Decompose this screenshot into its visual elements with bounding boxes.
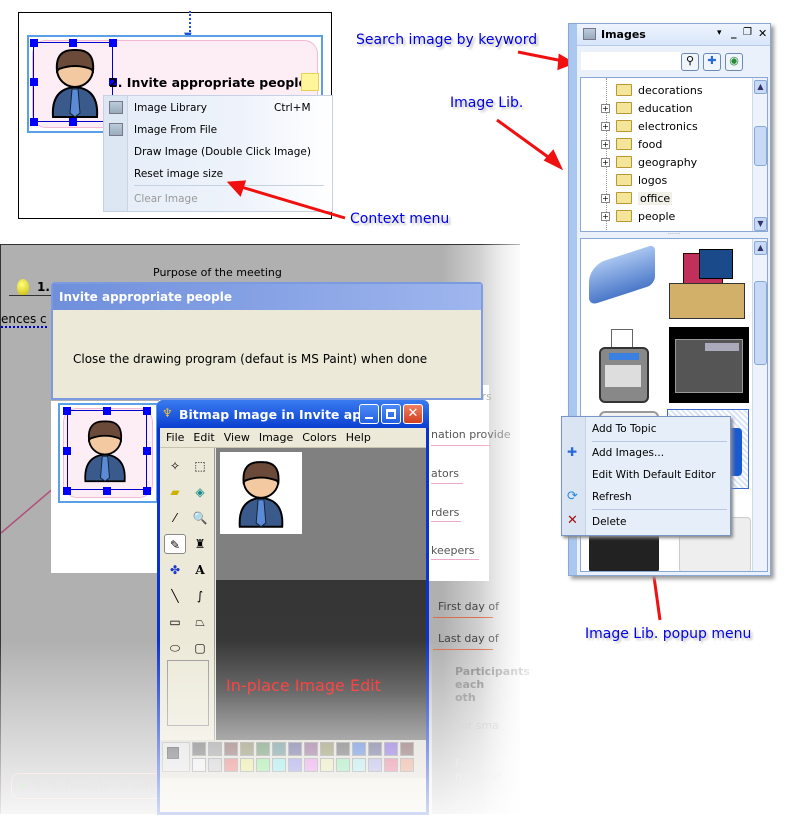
expand-icon[interactable]: + bbox=[601, 139, 610, 149]
panel-titlebar: Images ▾ _ ❐ ✕ bbox=[577, 24, 770, 46]
dialog-message: Close the drawing program (defaut is MS … bbox=[73, 352, 428, 366]
menu-file[interactable]: File bbox=[166, 431, 184, 444]
eraser-tool-icon[interactable]: ▰ bbox=[164, 482, 186, 502]
popup-item-delete[interactable]: Delete bbox=[592, 516, 627, 528]
folder-icon bbox=[616, 192, 632, 204]
curve-tool-icon[interactable]: ∫ bbox=[189, 586, 211, 606]
folder-icon bbox=[616, 156, 632, 168]
add-image-button[interactable]: ✚ bbox=[703, 53, 721, 71]
pencil-tool-icon[interactable]: ✎ bbox=[164, 534, 186, 554]
popup-item-refresh[interactable]: Refresh bbox=[592, 491, 632, 503]
topic-node-image[interactable] bbox=[58, 403, 158, 503]
rectangle-tool-icon[interactable]: ▭ bbox=[164, 612, 186, 632]
image-search-input[interactable] bbox=[581, 52, 681, 70]
search-binoculars-button[interactable]: ⚲ bbox=[681, 53, 699, 71]
brush-tool-icon[interactable]: ♜ bbox=[189, 534, 211, 554]
close-button[interactable]: ✕ bbox=[403, 404, 423, 424]
folder-icon bbox=[616, 210, 632, 222]
polygon-tool-icon[interactable]: ⏢ bbox=[189, 612, 211, 632]
images-panel-icon bbox=[583, 28, 596, 40]
paint-app-icon: ♆ bbox=[162, 406, 173, 420]
expand-icon[interactable]: + bbox=[601, 211, 610, 221]
paint-menubar: File Edit View Image Colors Help bbox=[160, 428, 426, 448]
mindmap-item: rders bbox=[431, 506, 460, 519]
menu-help[interactable]: Help bbox=[346, 431, 371, 444]
tree-item-education[interactable]: + education bbox=[601, 99, 693, 117]
popup-item-add-images[interactable]: Add Images... bbox=[592, 447, 664, 459]
thumbnail-stapler[interactable] bbox=[589, 244, 655, 306]
add-images-icon: ✚ bbox=[567, 445, 578, 459]
lightbulb-icon bbox=[17, 279, 29, 295]
delete-icon: ✕ bbox=[567, 513, 578, 528]
person-icon bbox=[84, 420, 126, 483]
expand-icon[interactable]: + bbox=[601, 103, 610, 113]
free-select-tool-icon[interactable]: ✧ bbox=[164, 456, 186, 476]
tree-item-logos[interactable]: logos bbox=[601, 171, 667, 189]
mindmap-item: keepers bbox=[431, 544, 475, 557]
thumbnail-scrollbar[interactable]: ▲ bbox=[752, 239, 767, 571]
paint-canvas[interactable] bbox=[220, 452, 302, 534]
thumbnail-cash-register[interactable] bbox=[599, 329, 649, 405]
expand-icon[interactable]: + bbox=[601, 193, 610, 203]
refresh-icon: ⟳ bbox=[567, 489, 578, 504]
line-tool-icon[interactable]: ╲ bbox=[164, 586, 186, 606]
dropdown-icon[interactable]: ▾ bbox=[717, 28, 722, 38]
fill-tool-icon[interactable]: ◈ bbox=[189, 482, 211, 502]
maximize-button[interactable] bbox=[381, 404, 401, 424]
paint-title: Bitmap Image in Invite ap... bbox=[179, 407, 376, 422]
thumbnail-box-of-binders[interactable] bbox=[669, 249, 745, 319]
menu-image[interactable]: Image bbox=[259, 431, 293, 444]
dialog-title: Invite appropriate people bbox=[53, 284, 481, 310]
tree-scrollbar[interactable]: ▲ ▼ bbox=[752, 78, 767, 231]
folder-icon bbox=[616, 84, 632, 96]
restore-icon[interactable]: ❐ bbox=[743, 27, 752, 38]
folder-icon bbox=[616, 120, 632, 132]
color-picker-tool-icon[interactable]: ⁄ bbox=[164, 508, 186, 528]
scroll-up-icon[interactable]: ▲ bbox=[754, 80, 767, 94]
tree-item-office[interactable]: + office bbox=[601, 189, 673, 207]
scroll-down-icon[interactable]: ▼ bbox=[754, 217, 767, 231]
expand-icon[interactable]: + bbox=[601, 157, 610, 167]
rect-select-tool-icon[interactable]: ⬚ bbox=[189, 456, 211, 476]
right-fade bbox=[480, 244, 540, 824]
popup-item-add-to-topic[interactable]: Add To Topic bbox=[592, 423, 656, 435]
online-images-button[interactable]: ◉ bbox=[725, 53, 743, 71]
mindmap-node-1[interactable]: 1. bbox=[37, 280, 50, 294]
folder-icon bbox=[616, 138, 632, 150]
expand-icon[interactable]: + bbox=[601, 121, 610, 131]
mindmap-purpose: Purpose of the meeting bbox=[153, 266, 282, 279]
panel-title: Images bbox=[601, 28, 646, 41]
airbrush-tool-icon[interactable]: ✤ bbox=[164, 560, 186, 580]
person-icon bbox=[238, 461, 284, 528]
category-tree: decorations + education + electronics + foo… bbox=[580, 77, 768, 232]
minimize-icon[interactable]: _ bbox=[731, 26, 737, 39]
tree-item-electronics[interactable]: + electronics bbox=[601, 117, 698, 135]
folder-icon bbox=[616, 102, 632, 114]
tree-item-decorations[interactable]: decorations bbox=[601, 81, 703, 99]
menu-edit[interactable]: Edit bbox=[193, 431, 214, 444]
text-tool-icon[interactable]: A bbox=[189, 560, 211, 580]
image-lib-popup-menu: Add To Topic ✚ Add Images... Edit With D… bbox=[561, 416, 731, 536]
scroll-up-icon[interactable]: ▲ bbox=[754, 241, 767, 255]
magnifier-tool-icon[interactable]: 🔍 bbox=[189, 508, 211, 528]
menu-view[interactable]: View bbox=[224, 431, 250, 444]
minimize-button[interactable] bbox=[359, 404, 379, 424]
mindmap-item: ators bbox=[431, 467, 460, 480]
folder-icon bbox=[616, 174, 632, 186]
thumbnail-calculator[interactable] bbox=[669, 327, 749, 403]
instruction-dialog: Invite appropriate people Close the draw… bbox=[51, 282, 483, 400]
mindmap-partial-text: ences c bbox=[1, 312, 47, 328]
tree-item-geography[interactable]: + geography bbox=[601, 153, 697, 171]
tree-item-people[interactable]: + people bbox=[601, 207, 675, 225]
menu-colors[interactable]: Colors bbox=[302, 431, 336, 444]
close-icon[interactable]: ✕ bbox=[758, 27, 767, 40]
popup-item-edit-default-editor[interactable]: Edit With Default Editor bbox=[592, 469, 716, 481]
paint-fade bbox=[157, 640, 432, 820]
paint-titlebar: ♆ Bitmap Image in Invite ap... ✕ bbox=[157, 400, 429, 428]
tree-item-food[interactable]: + food bbox=[601, 135, 662, 153]
